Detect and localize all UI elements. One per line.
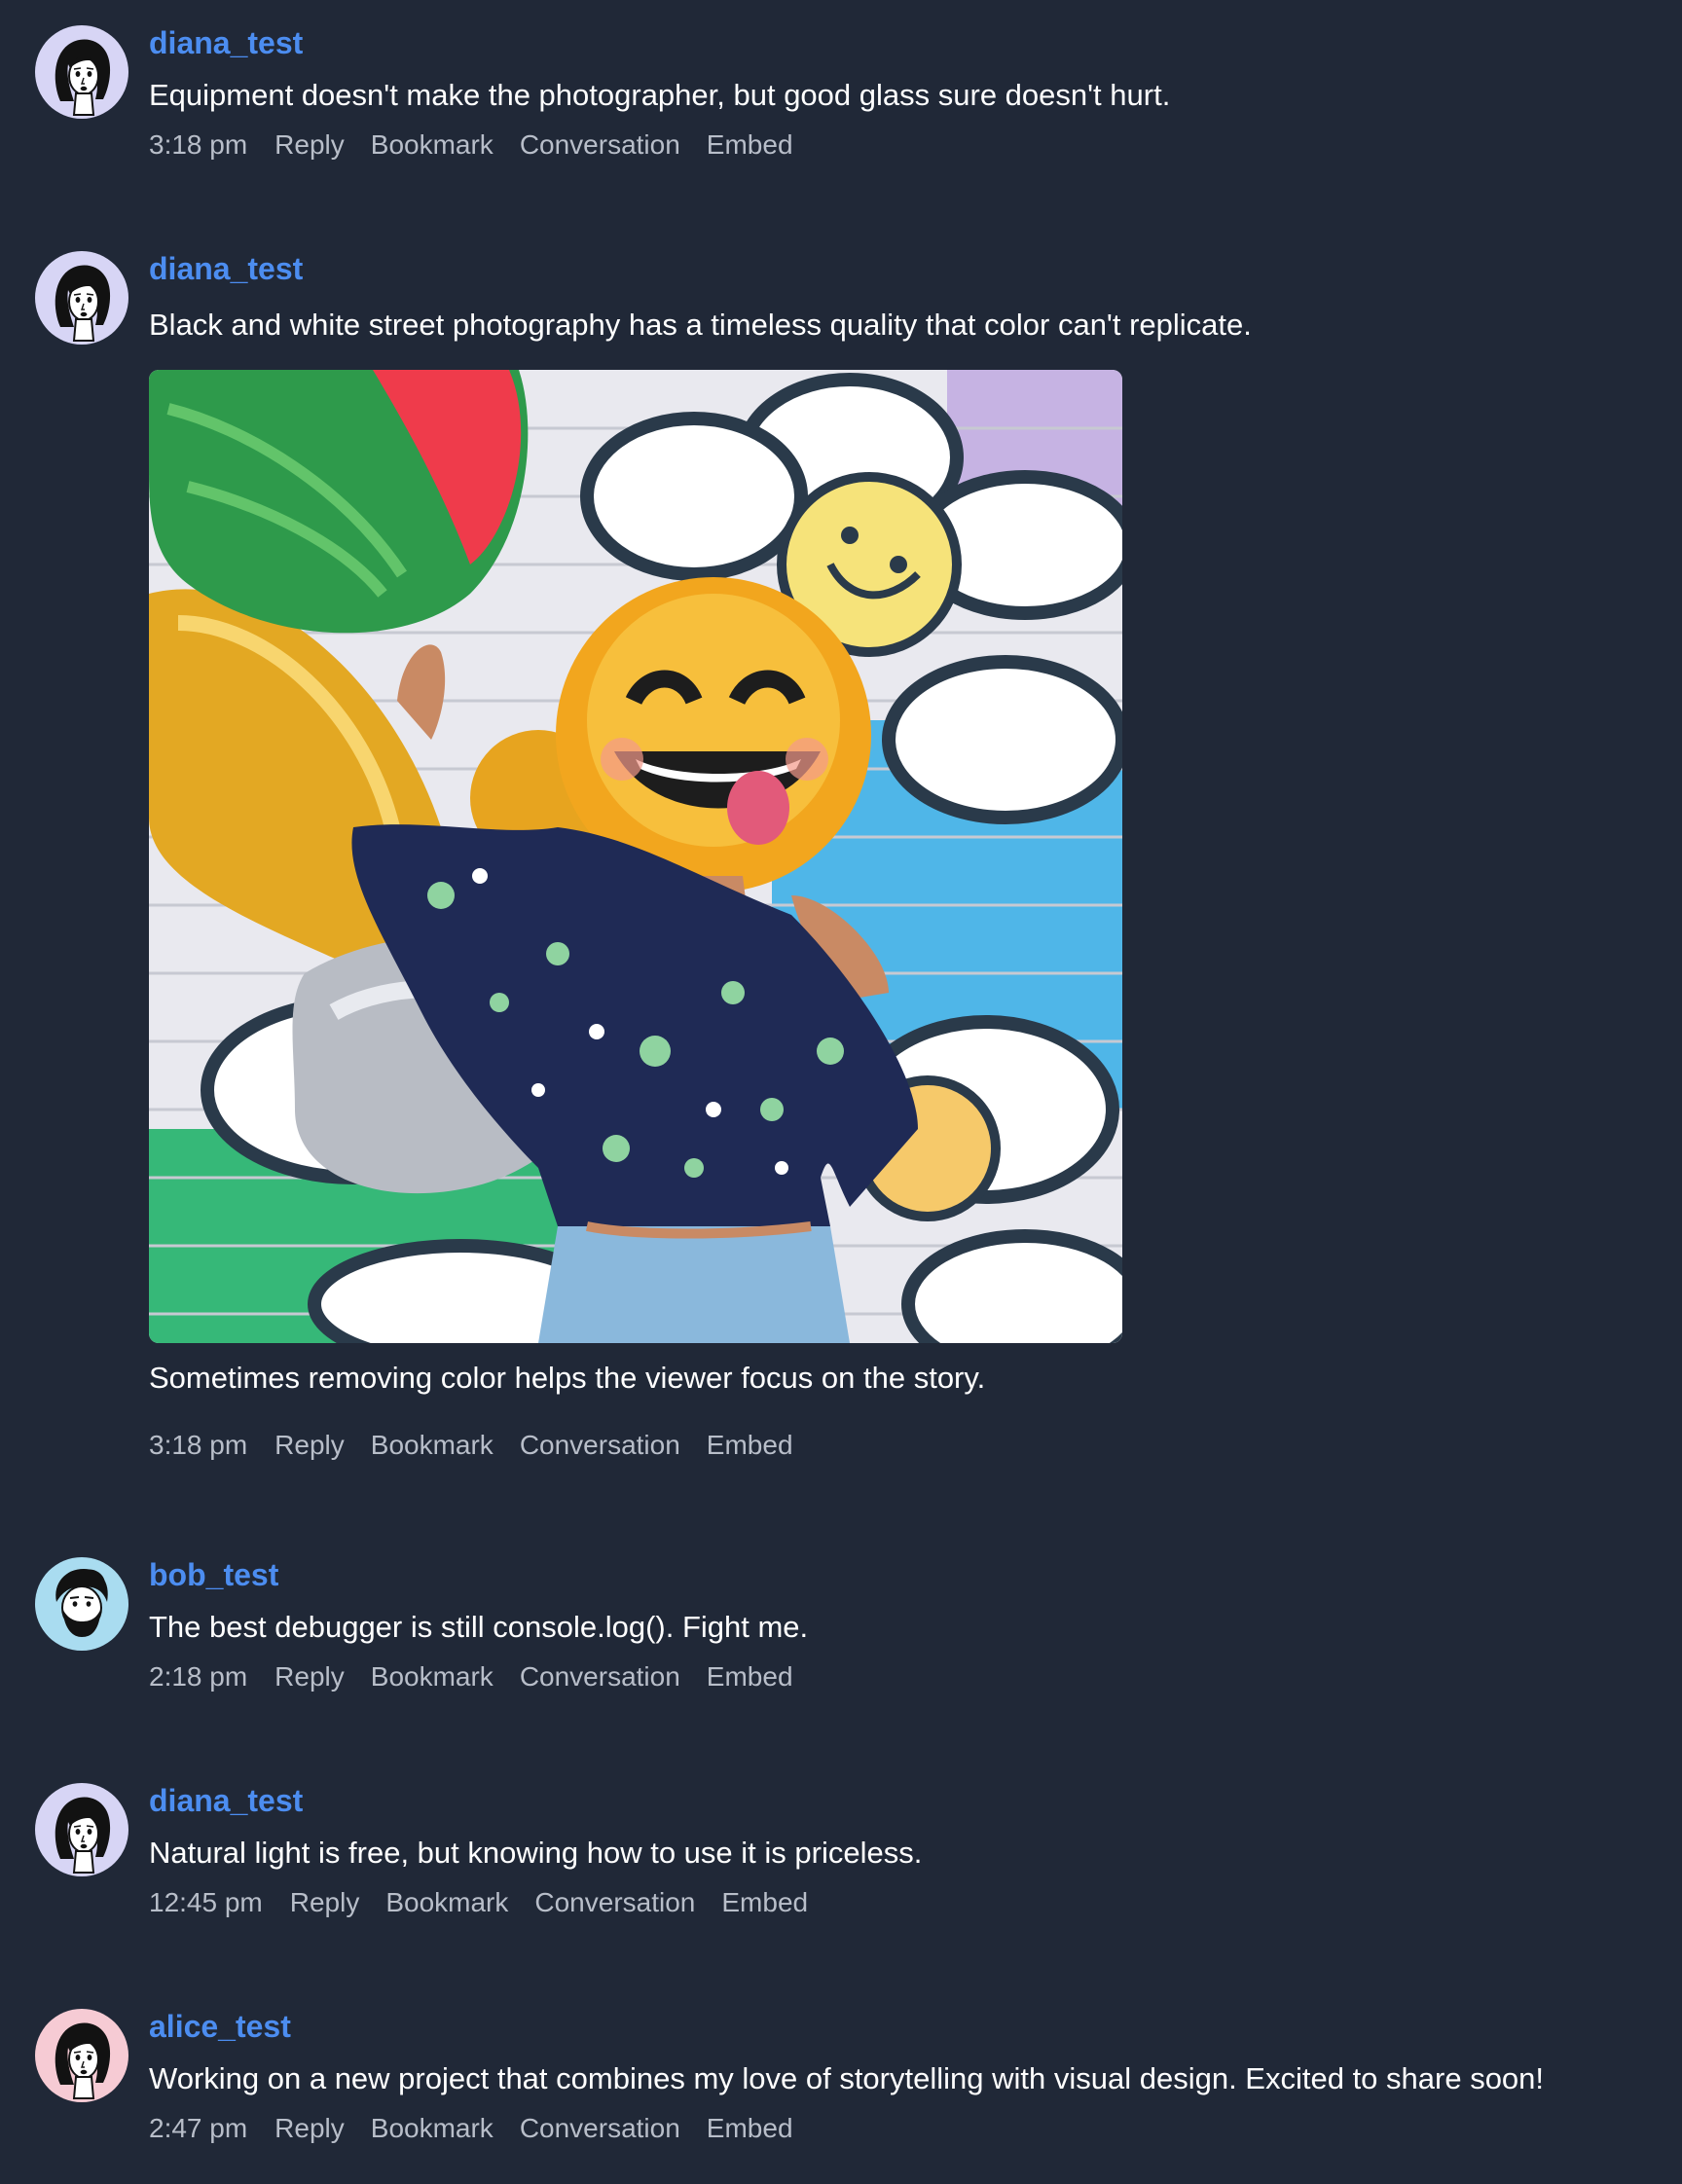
post-photo[interactable]	[149, 370, 1122, 1343]
username-link[interactable]: alice_test	[149, 2009, 291, 2044]
post-text: Equipment doesn't make the photographer,…	[149, 78, 1171, 112]
conversation-button[interactable]: Conversation	[520, 128, 680, 162]
post-actions: 3:18 pm Reply Bookmark Conversation Embe…	[149, 128, 1667, 162]
embed-button[interactable]: Embed	[721, 1886, 808, 1919]
post-content: alice_test Working on a new project that…	[149, 2009, 1667, 2145]
username-link[interactable]: bob_test	[149, 1557, 278, 1592]
timestamp[interactable]: 2:47 pm	[149, 2112, 247, 2145]
conversation-button[interactable]: Conversation	[534, 1886, 695, 1919]
post-text: Natural light is free, but knowing how t…	[149, 1836, 923, 1870]
post-actions: 2:18 pm Reply Bookmark Conversation Embe…	[149, 1660, 1667, 1693]
woman-avatar-icon[interactable]	[35, 25, 128, 119]
post-text: The best debugger is still console.log()…	[149, 1610, 809, 1644]
conversation-button[interactable]: Conversation	[520, 1660, 680, 1693]
bookmark-button[interactable]: Bookmark	[371, 2112, 494, 2145]
username-link[interactable]: diana_test	[149, 25, 303, 60]
embed-button[interactable]: Embed	[707, 1429, 793, 1462]
reply-button[interactable]: Reply	[290, 1886, 360, 1919]
username-link[interactable]: diana_test	[149, 1783, 303, 1818]
woman-avatar-icon[interactable]	[35, 1783, 128, 1876]
post-actions: 12:45 pm Reply Bookmark Conversation Emb…	[149, 1886, 1667, 1919]
timestamp[interactable]: 2:18 pm	[149, 1660, 247, 1693]
post-content: diana_test Black and white street photog…	[149, 251, 1667, 1462]
bookmark-button[interactable]: Bookmark	[371, 1429, 494, 1462]
embed-button[interactable]: Embed	[707, 1660, 793, 1693]
reply-button[interactable]: Reply	[274, 2112, 345, 2145]
woman-avatar-icon[interactable]	[35, 251, 128, 345]
post-actions: 2:47 pm Reply Bookmark Conversation Embe…	[149, 2112, 1667, 2145]
conversation-button[interactable]: Conversation	[520, 1429, 680, 1462]
username-link[interactable]: diana_test	[149, 251, 303, 286]
post-text: Working on a new project that combines m…	[149, 2061, 1545, 2095]
reply-button[interactable]: Reply	[274, 1429, 345, 1462]
bookmark-button[interactable]: Bookmark	[371, 1660, 494, 1693]
timestamp[interactable]: 3:18 pm	[149, 128, 247, 162]
post-actions: 3:18 pm Reply Bookmark Conversation Embe…	[149, 1429, 1667, 1462]
bookmark-button[interactable]: Bookmark	[385, 1886, 508, 1919]
reply-button[interactable]: Reply	[274, 1660, 345, 1693]
timestamp[interactable]: 3:18 pm	[149, 1429, 247, 1462]
bearded-man-avatar-icon[interactable]	[35, 1557, 128, 1651]
conversation-button[interactable]: Conversation	[520, 2112, 680, 2145]
bookmark-button[interactable]: Bookmark	[371, 128, 494, 162]
embed-button[interactable]: Embed	[707, 128, 793, 162]
post-text: Black and white street photography has a…	[149, 308, 1252, 342]
post-content: bob_test The best debugger is still cons…	[149, 1557, 1667, 1693]
embed-button[interactable]: Embed	[707, 2112, 793, 2145]
post-caption: Sometimes removing color helps the viewe…	[149, 1361, 986, 1395]
post-content: diana_test Natural light is free, but kn…	[149, 1783, 1667, 1919]
post-content: diana_test Equipment doesn't make the ph…	[149, 25, 1667, 162]
reply-button[interactable]: Reply	[274, 128, 345, 162]
woman-avatar-icon[interactable]	[35, 2009, 128, 2102]
timestamp[interactable]: 12:45 pm	[149, 1886, 263, 1919]
balloon-graffiti-photo	[149, 370, 1122, 1343]
